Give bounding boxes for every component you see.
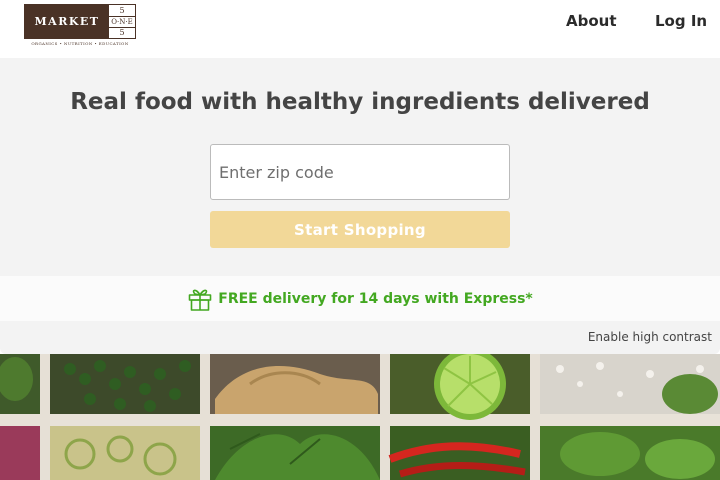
hero-section: Real food with healthy ingredients deliv… <box>0 58 720 276</box>
hero-food-photo <box>0 354 720 480</box>
nav-login-link[interactable]: Log In <box>655 11 707 31</box>
nav-about-link[interactable]: About <box>566 11 617 31</box>
gift-icon <box>188 289 212 311</box>
zip-code-input[interactable] <box>210 144 510 200</box>
high-contrast-toggle[interactable]: Enable high contrast <box>588 329 712 345</box>
promo-banner[interactable]: FREE delivery for 14 days with Express* <box>0 276 720 321</box>
logo-tagline: ORGANICS • NUTRITION • EDUCATION <box>31 41 129 46</box>
logo-digits: 5 O·N·E 5 <box>109 5 135 38</box>
logo-digit-bottom: 5 <box>119 28 125 37</box>
promo-text: FREE delivery for 14 days with Express* <box>218 290 533 307</box>
market-515-logo[interactable]: MARKET 5 O·N·E 5 ORGANICS • NUTRITION • … <box>24 4 136 46</box>
logo-digit-mid: O·N·E <box>109 16 135 28</box>
start-shopping-button[interactable]: Start Shopping <box>210 211 510 248</box>
hero-headline: Real food with healthy ingredients deliv… <box>70 89 650 115</box>
site-header: MARKET 5 O·N·E 5 ORGANICS • NUTRITION • … <box>0 0 720 58</box>
food-photo-image <box>0 354 720 480</box>
logo-mark: MARKET 5 O·N·E 5 <box>24 4 136 39</box>
logo-word: MARKET <box>25 5 109 38</box>
logo-digit-top: 5 <box>119 6 125 15</box>
accessibility-bar: Enable high contrast <box>0 321 720 354</box>
